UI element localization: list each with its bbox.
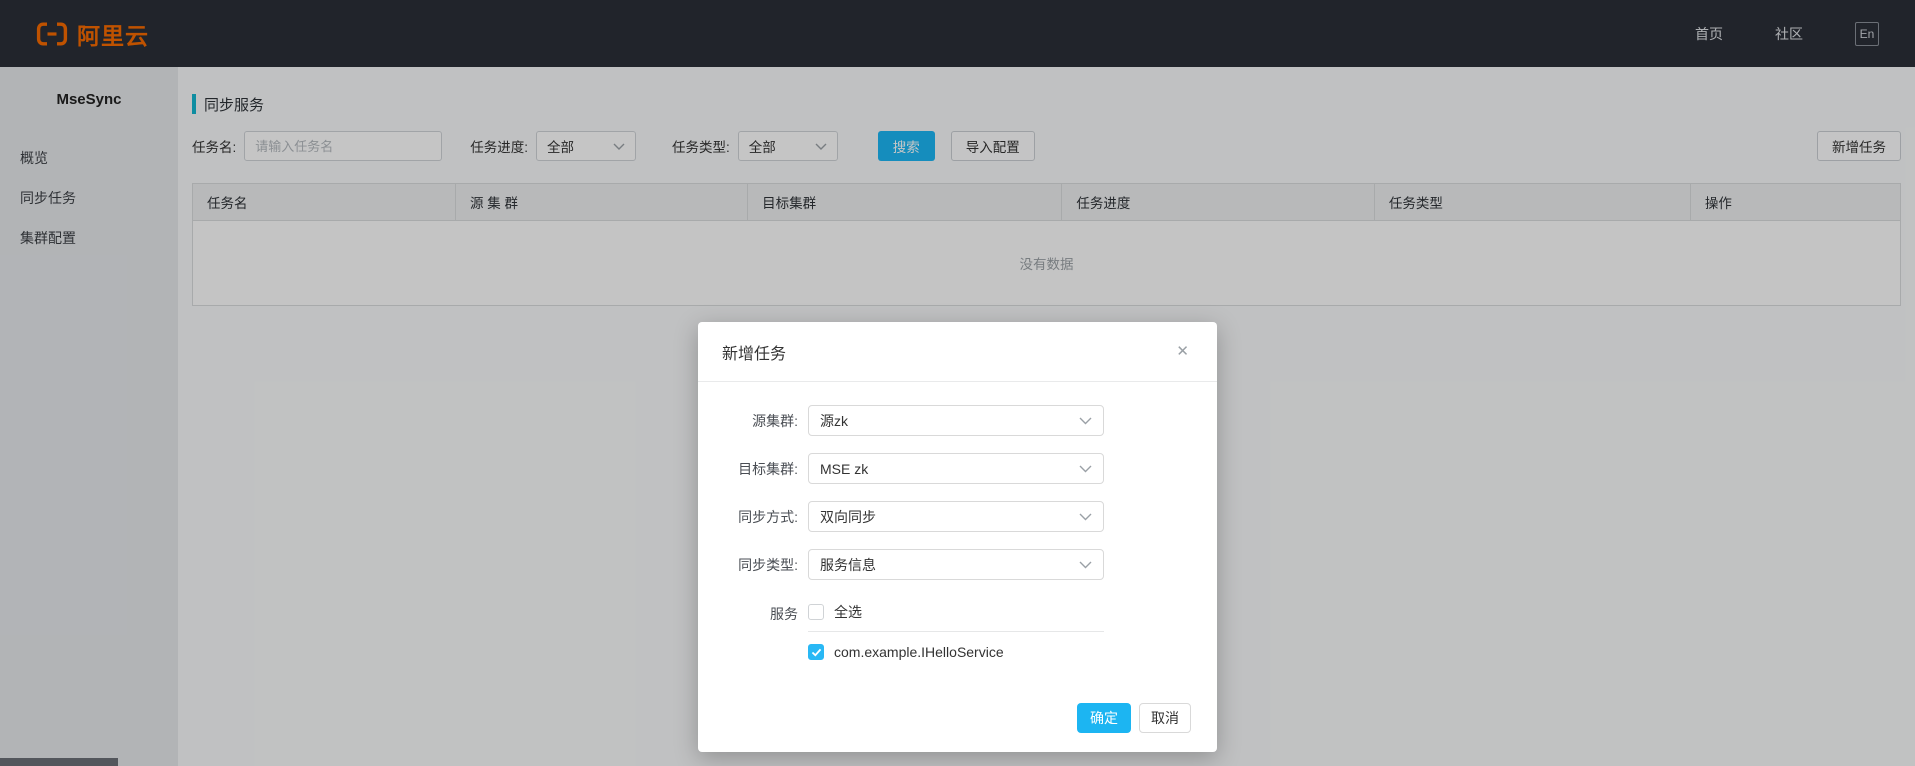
source-cluster-select[interactable]: 源zk: [808, 405, 1104, 436]
select-all-checkbox-row[interactable]: 全选: [808, 602, 1104, 622]
confirm-button[interactable]: 确定: [1077, 703, 1131, 733]
chevron-down-icon: [1079, 465, 1092, 473]
sync-type-label: 同步类型:: [738, 556, 798, 573]
form-row-source-cluster: 源集群: 源zk: [698, 405, 1217, 436]
sync-type-select[interactable]: 服务信息: [808, 549, 1104, 580]
check-icon: [811, 648, 821, 656]
services-label: 服务: [770, 606, 798, 622]
service-item-name: com.example.IHelloService: [834, 644, 1004, 660]
target-cluster-value: MSE zk: [820, 460, 869, 477]
select-all-checkbox[interactable]: [808, 604, 824, 620]
modal-footer: 确定 取消: [1077, 703, 1191, 733]
sync-mode-select[interactable]: 双向同步: [808, 501, 1104, 532]
target-cluster-label: 目标集群:: [738, 460, 798, 477]
chevron-down-icon: [1079, 561, 1092, 569]
sync-mode-value: 双向同步: [820, 508, 876, 525]
form-row-sync-mode: 同步方式: 双向同步: [698, 501, 1217, 532]
services-box: 全选 com.example.IHelloService: [808, 602, 1104, 662]
service-item-row[interactable]: com.example.IHelloService: [808, 642, 1104, 662]
modal-title: 新增任务: [722, 345, 787, 363]
modal-header: 新增任务 ✕: [698, 322, 1217, 382]
service-item-checkbox[interactable]: [808, 644, 824, 660]
divider: [808, 631, 1104, 632]
sync-type-value: 服务信息: [820, 556, 876, 573]
chevron-down-icon: [1079, 417, 1092, 425]
select-all-label: 全选: [834, 604, 862, 620]
form-row-target-cluster: 目标集群: MSE zk: [698, 453, 1217, 484]
close-icon[interactable]: ✕: [1172, 340, 1193, 363]
cancel-button[interactable]: 取消: [1139, 703, 1191, 733]
chevron-down-icon: [1079, 513, 1092, 521]
add-task-modal: 新增任务 ✕ 源集群: 源zk 目标集群: MSE zk 同步方式: 双向同步 …: [698, 322, 1217, 752]
source-cluster-value: 源zk: [820, 412, 848, 429]
sync-mode-label: 同步方式:: [738, 508, 798, 525]
form-row-services: 服务 全选 com.example.IHelloService: [698, 602, 1217, 662]
modal-body: 源集群: 源zk 目标集群: MSE zk 同步方式: 双向同步 同步类型: 服…: [698, 382, 1217, 662]
source-cluster-label: 源集群:: [752, 412, 798, 429]
form-row-sync-type: 同步类型: 服务信息: [698, 549, 1217, 580]
target-cluster-select[interactable]: MSE zk: [808, 453, 1104, 484]
